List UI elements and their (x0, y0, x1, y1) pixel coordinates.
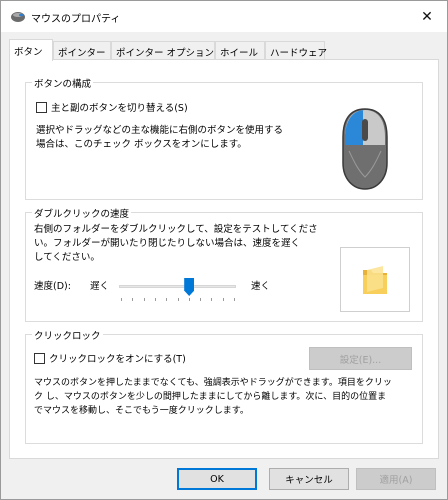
tab-wheel[interactable]: ホイール (215, 41, 265, 60)
buttons-tab-panel: ボタンの構成 主と副のボタンを切り替える(S) 選択やドラッグなどの主な機能に右… (9, 59, 439, 459)
click-lock-label: クリックロックをオンにする(T) (49, 354, 186, 365)
speed-slider-tick (222, 298, 224, 301)
cancel-button[interactable]: キャンセル (269, 468, 349, 490)
ok-button[interactable]: OK (177, 468, 257, 490)
mouse-properties-dialog: マウスのプロパティ ✕ ボタン ポインター ポインター オプション ホイール ハ… (0, 0, 448, 500)
close-button[interactable]: ✕ (407, 1, 447, 32)
tab-pointer-options[interactable]: ポインター オプション (111, 41, 215, 60)
speed-slider-tick (234, 298, 235, 301)
button-configuration-group: ボタンの構成 主と副のボタンを切り替える(S) 選択やドラッグなどの主な機能に右… (25, 76, 423, 200)
switch-buttons-checkbox[interactable] (36, 101, 47, 113)
click-lock-title: クリックロック (32, 328, 103, 342)
speed-slider-tick (200, 298, 202, 301)
test-folder-area[interactable] (340, 247, 410, 312)
click-lock-row[interactable]: クリックロックをオンにする(T) (34, 351, 186, 365)
slow-label: 遅く (90, 281, 110, 292)
speed-slider-tick (166, 298, 168, 301)
speed-slider-tick (132, 298, 134, 301)
tab-pointers[interactable]: ポインター (53, 41, 111, 60)
speed-slider-tick (143, 298, 145, 301)
button-configuration-title: ボタンの構成 (32, 76, 94, 90)
speed-label: 速度(D): (34, 281, 71, 292)
double-click-description: 右側のフォルダーをダブルクリックして、設定をテストしてくださ い。フォルダーが開… (34, 224, 318, 263)
button-configuration-description: 選択やドラッグなどの主な機能に右側のボタンを使用する 場合は、このチェック ボッ… (36, 125, 284, 150)
click-lock-description: マウスのボタンを押したままでなくても、強調表示やドラッグができます。項目をクリッ… (34, 378, 392, 416)
speed-slider-tick (177, 298, 179, 301)
switch-buttons-row[interactable]: 主と副のボタンを切り替える(S) (36, 100, 188, 114)
double-click-speed-title: ダブルクリックの速度 (32, 206, 132, 220)
folder-icon[interactable] (361, 266, 389, 296)
mouse-illustration-icon (342, 108, 388, 190)
fast-label: 速く (251, 281, 271, 292)
speed-slider-tick (188, 298, 190, 301)
title-bar: マウスのプロパティ ✕ (1, 1, 447, 32)
speed-slider-tick (211, 298, 213, 301)
click-lock-checkbox[interactable] (34, 352, 45, 364)
speed-slider-track[interactable] (119, 285, 236, 288)
mouse-icon (11, 12, 25, 22)
speed-slider-tick (121, 298, 122, 301)
window-title: マウスのプロパティ (31, 14, 121, 25)
speed-slider-tick (154, 298, 156, 301)
click-lock-group: クリックロック クリックロックをオンにする(T) 設定(E)... マウスのボタ… (25, 328, 423, 444)
tab-buttons[interactable]: ボタン (9, 39, 53, 61)
apply-button[interactable]: 適用(A) (356, 468, 436, 490)
close-icon: ✕ (421, 8, 433, 25)
switch-buttons-label: 主と副のボタンを切り替える(S) (51, 103, 188, 114)
click-lock-settings-button[interactable]: 設定(E)... (309, 347, 412, 370)
tab-hardware[interactable]: ハードウェア (265, 41, 327, 60)
